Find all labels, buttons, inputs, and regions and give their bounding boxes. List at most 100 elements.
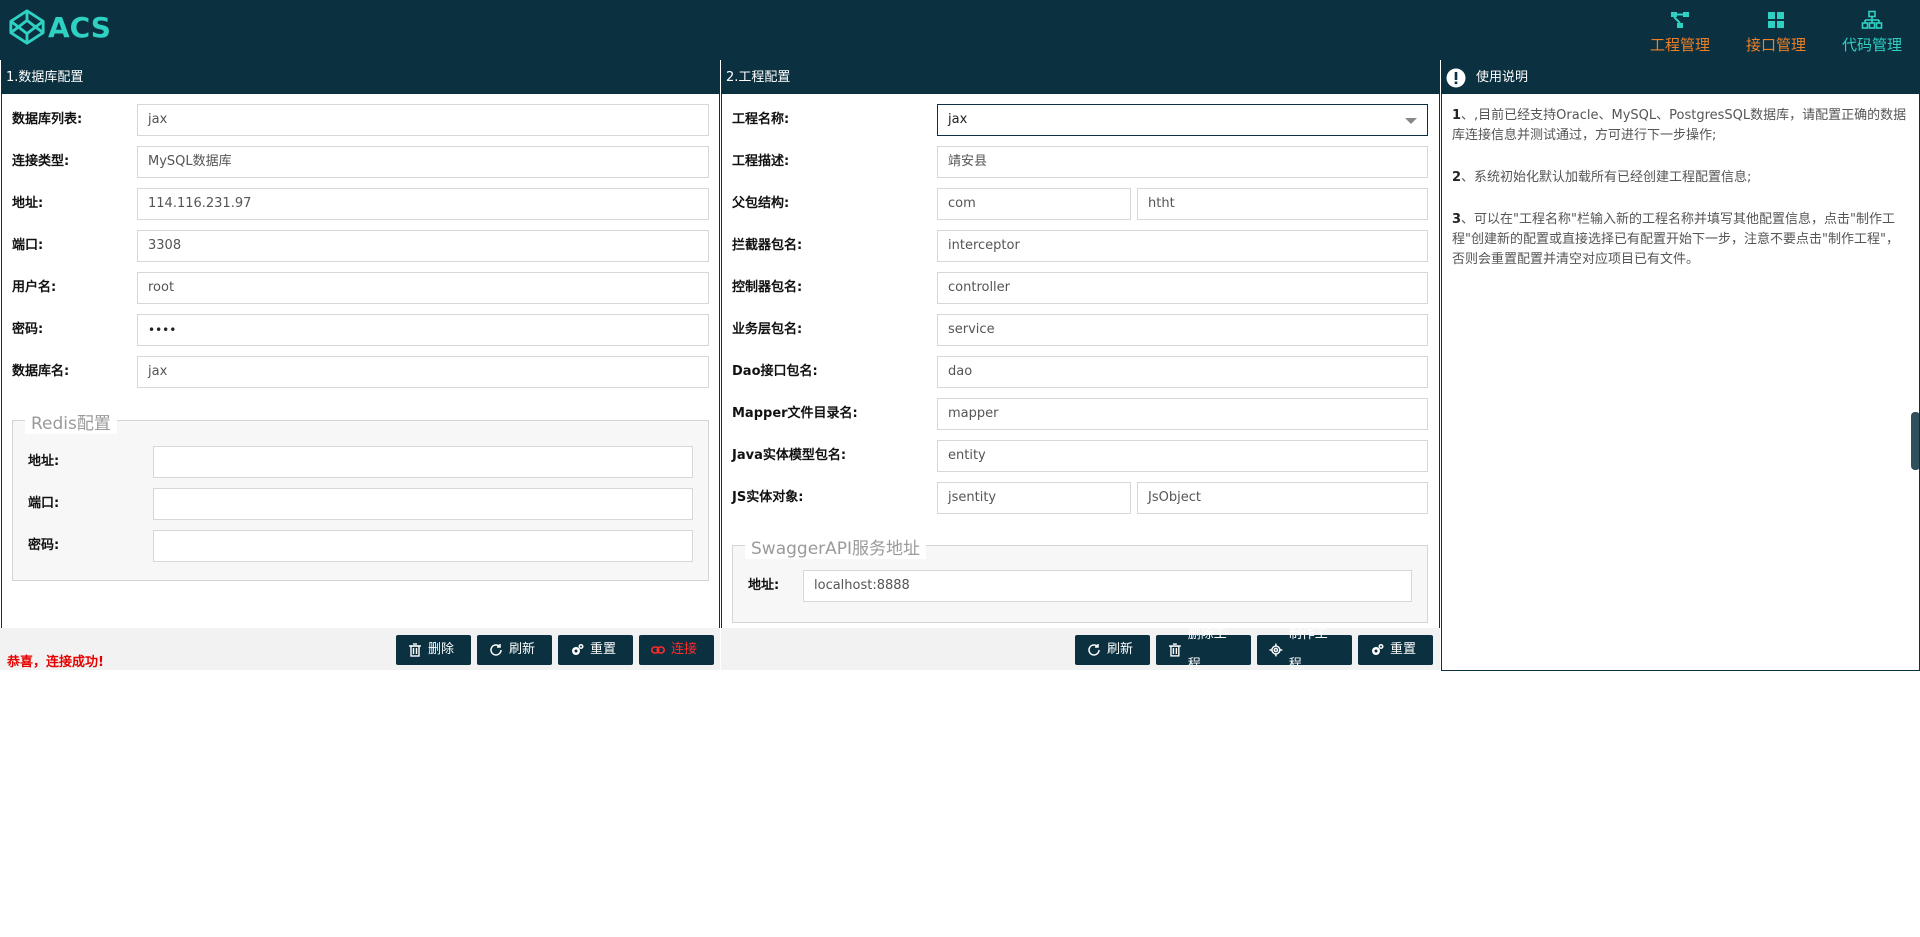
mapper-dir-input[interactable]: mapper [937, 398, 1428, 430]
parent-package-row: 父包结构: com htht [732, 188, 1428, 220]
refresh-db-button[interactable]: 刷新 [477, 635, 552, 665]
refresh-icon [490, 644, 502, 656]
redis-port-row: 端口: [28, 488, 693, 520]
link-icon [651, 646, 665, 654]
redis-password-row: 密码: [28, 530, 693, 562]
project-name-combobox[interactable]: jax [937, 104, 1428, 136]
button-label: 连接 [671, 642, 698, 657]
field-label: 数据库名: [12, 364, 70, 379]
app-logo[interactable]: ACS [8, 8, 111, 46]
redis-address-row: 地址: [28, 446, 693, 478]
field-label: 地址: [12, 196, 44, 211]
field-label: 密码: [12, 322, 44, 337]
button-label: 制作工程 [1288, 627, 1328, 672]
username-row: 用户名: root [12, 272, 709, 304]
db-list-row: 数据库列表: jax [12, 104, 709, 136]
top-bar: ACS 工程管理 接口管理 代码管理 [0, 0, 1920, 60]
gear-icon [1269, 643, 1283, 657]
redis-address-input[interactable] [153, 446, 693, 478]
button-label: 重置 [590, 642, 617, 657]
reset-project-button[interactable]: 重置 [1358, 635, 1433, 665]
panel-title: 1.数据库配置 [2, 61, 719, 94]
panel-title: 2.工程配置 [722, 61, 1439, 94]
chevron-down-icon[interactable] [1405, 118, 1417, 124]
password-row: 密码: •••• [12, 314, 709, 346]
field-label: 工程描述: [732, 154, 790, 169]
nav-project-management[interactable]: 工程管理 [1635, 6, 1725, 55]
db-list-select[interactable]: jax [137, 104, 709, 136]
swagger-address-input[interactable]: localhost:8888 [803, 570, 1412, 602]
parent-package-input-2[interactable]: htht [1137, 188, 1428, 220]
project-desc-input[interactable]: 靖安县 [937, 146, 1428, 178]
button-label: 刷新 [1107, 642, 1134, 657]
project-name-row: 工程名称: jax [732, 104, 1428, 136]
refresh-icon [1088, 644, 1100, 656]
delete-db-button[interactable]: 删除 [396, 635, 471, 665]
connection-type-row: 连接类型: MySQL数据库 [12, 146, 709, 178]
codepen-logo-icon [9, 9, 45, 45]
button-label: 刷新 [509, 642, 536, 657]
nav-label: 接口管理 [1745, 36, 1806, 54]
dao-package-input[interactable]: dao [937, 356, 1428, 388]
db-password-input[interactable]: •••• [137, 314, 709, 346]
field-label: 密码: [28, 538, 60, 553]
connection-status-text: 恭喜，连接成功! [7, 655, 104, 670]
button-label: 重置 [1390, 642, 1417, 657]
delete-project-button[interactable]: 删除工程 [1156, 627, 1251, 672]
field-label: 端口: [12, 238, 44, 253]
interceptor-row: 拦截器包名: interceptor [732, 230, 1428, 262]
redis-port-input[interactable] [153, 488, 693, 520]
js-entity-row: JS实体对象: jsentity JsObject [732, 482, 1428, 514]
db-name-input[interactable]: jax [137, 356, 709, 388]
address-row: 地址: 114.116.231.97 [12, 188, 709, 220]
parent-package-input-1[interactable]: com [937, 188, 1131, 220]
field-label: JS实体对象: [732, 490, 804, 505]
help-panel-header: 使用说明 [1442, 61, 1919, 94]
service-package-input[interactable]: service [937, 314, 1428, 346]
button-label: 删除工程 [1187, 627, 1227, 672]
instructions-list: 1、,目前已经支持Oracle、MySQL、PostgresSQL数据库，请配置… [1442, 94, 1919, 270]
instruction-item: 1、,目前已经支持Oracle、MySQL、PostgresSQL数据库，请配置… [1452, 108, 1907, 143]
interceptor-package-input[interactable]: interceptor [937, 230, 1428, 262]
reset-db-button[interactable]: 重置 [558, 635, 633, 665]
js-entity-input-2[interactable]: JsObject [1137, 482, 1428, 514]
connection-type-input[interactable]: MySQL数据库 [137, 146, 709, 178]
field-label: 控制器包名: [732, 280, 803, 295]
db-username-input[interactable]: root [137, 272, 709, 304]
connect-db-button[interactable]: 连接 [639, 635, 714, 665]
panel-title: 使用说明 [1476, 70, 1529, 85]
field-label: 业务层包名: [732, 322, 803, 337]
field-label: 连接类型: [12, 154, 70, 169]
button-label: 删除 [428, 642, 455, 657]
logo-text: ACS [48, 10, 111, 44]
refresh-project-button[interactable]: 刷新 [1075, 635, 1150, 665]
db-name-row: 数据库名: jax [12, 356, 709, 388]
branch-icon [1671, 12, 1689, 28]
db-port-input[interactable]: 3308 [137, 230, 709, 262]
field-label: 用户名: [12, 280, 57, 295]
nav-label: 工程管理 [1649, 36, 1710, 54]
field-label: 工程名称: [732, 112, 790, 127]
nav-code-management[interactable]: 代码管理 [1827, 6, 1917, 55]
combobox-value: jax [948, 112, 968, 127]
make-project-button[interactable]: 制作工程 [1257, 627, 1352, 672]
nav-interface-management[interactable]: 接口管理 [1731, 6, 1821, 55]
fieldset-legend: SwaggerAPI服务地址 [745, 534, 927, 559]
entity-package-input[interactable]: entity [937, 440, 1428, 472]
entity-row: Java实体模型包名: entity [732, 440, 1428, 472]
grid-icon [1768, 12, 1784, 28]
db-address-input[interactable]: 114.116.231.97 [137, 188, 709, 220]
controller-package-input[interactable]: controller [937, 272, 1428, 304]
trash-icon [1168, 643, 1181, 657]
sitemap-icon [1861, 10, 1883, 29]
js-entity-input-1[interactable]: jsentity [937, 482, 1131, 514]
controller-row: 控制器包名: controller [732, 272, 1428, 304]
field-label: Dao接口包名: [732, 364, 818, 379]
redis-password-input[interactable] [153, 530, 693, 562]
field-label: Java实体模型包名: [732, 448, 847, 463]
field-label: 地址: [28, 454, 60, 469]
instruction-item: 2、系统初始化默认加载所有已经创建工程配置信息; [1452, 170, 1752, 185]
side-scroll-handle[interactable] [1911, 412, 1920, 470]
field-label: 端口: [28, 496, 60, 511]
nav-label: 代码管理 [1841, 36, 1902, 54]
